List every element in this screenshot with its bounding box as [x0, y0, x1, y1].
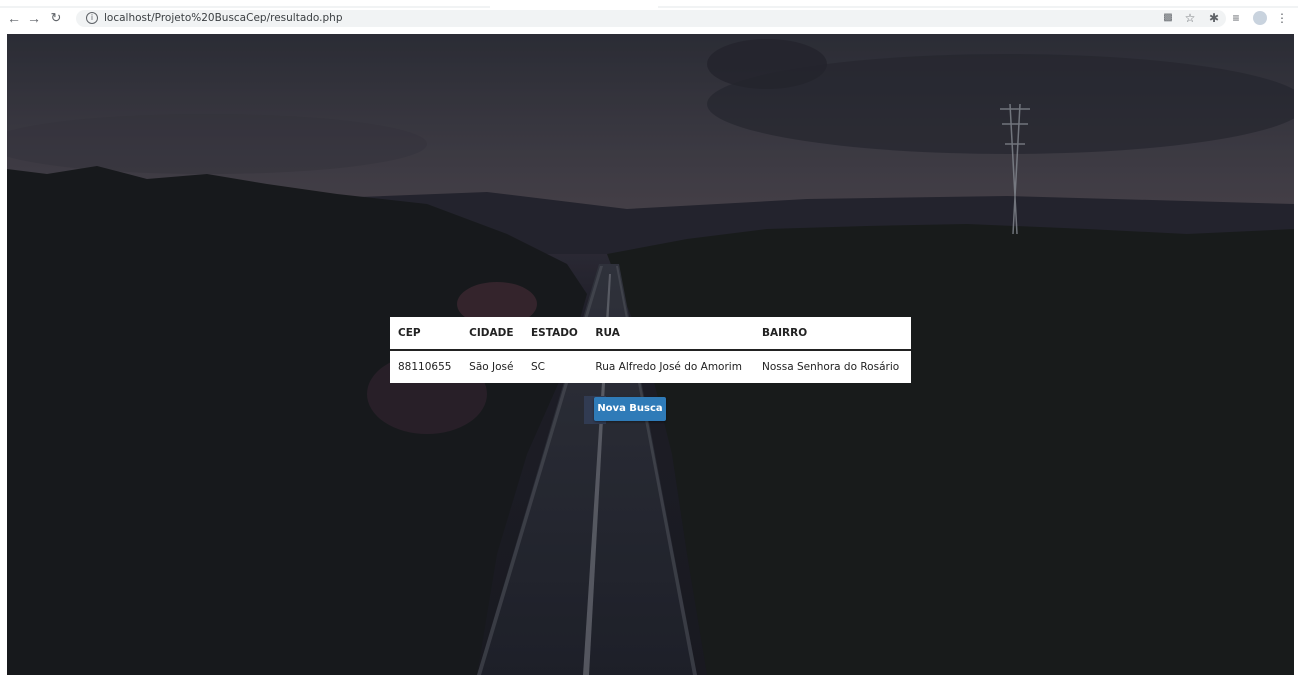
- reading-list-icon[interactable]: ≡: [1228, 10, 1244, 26]
- menu-icon[interactable]: ⋮: [1274, 10, 1290, 26]
- extensions-icon[interactable]: ✱: [1206, 10, 1222, 26]
- star-icon[interactable]: ☆: [1182, 10, 1198, 26]
- back-arrow-icon[interactable]: ←: [6, 10, 22, 26]
- column-header-cep: CEP: [390, 317, 462, 351]
- cell-estado: SC: [531, 361, 545, 373]
- cell-rua: Rua Alfredo José do Amorim: [595, 361, 742, 373]
- reload-icon[interactable]: ↻: [48, 10, 64, 26]
- column-header-rua: RUA: [587, 317, 754, 351]
- info-icon[interactable]: i: [86, 12, 98, 24]
- column-header-cidade: CIDADE: [461, 317, 523, 351]
- cell-cep: 88110655: [398, 361, 452, 373]
- results-table: CEP CIDADE ESTADO RUA BAIRRO 88110655 Sã…: [390, 317, 911, 383]
- browser-toolbar: ← → ↻ i localhost/Projeto%20BuscaCep/res…: [0, 0, 1298, 34]
- column-header-estado: ESTADO: [523, 317, 588, 351]
- forward-arrow-icon[interactable]: →: [26, 10, 42, 26]
- profile-avatar-icon[interactable]: [1253, 11, 1267, 25]
- nova-busca-button[interactable]: Nova Busca: [594, 397, 666, 421]
- tab-strip: [0, 0, 1298, 8]
- table-row: 88110655 São José SC Rua Alfredo José do…: [390, 350, 911, 383]
- cell-bairro: Nossa Senhora do Rosário: [761, 361, 900, 373]
- translate-icon[interactable]: ▩: [1160, 10, 1176, 26]
- tab-strip-segment: [0, 6, 490, 8]
- address-url[interactable]: localhost/Projeto%20BuscaCep/resultado.p…: [104, 11, 342, 26]
- table-header-row: CEP CIDADE ESTADO RUA BAIRRO: [390, 317, 911, 351]
- cell-cidade: São José: [469, 361, 514, 373]
- tab-strip-segment: [658, 6, 1298, 8]
- column-header-bairro: BAIRRO: [753, 317, 911, 351]
